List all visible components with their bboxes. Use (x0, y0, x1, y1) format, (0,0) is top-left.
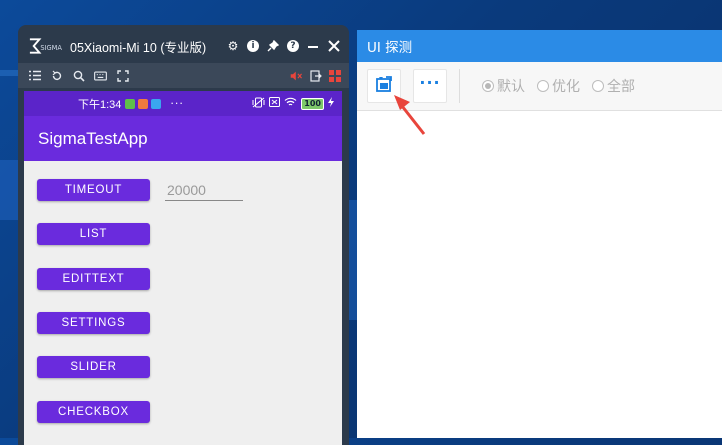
notification-app-icon (151, 98, 162, 109)
app-title: SigmaTestApp (38, 128, 148, 148)
sigma-logo-text: SIGMA (40, 44, 62, 52)
checkbox-row: CHECKBOX (37, 401, 150, 423)
slider-row: SLIDER (37, 356, 150, 378)
timeout-button[interactable]: TIMEOUT (37, 179, 150, 201)
status-more-dots: ··· (170, 97, 184, 110)
ui-probe-titlebar[interactable]: UI 探测 (357, 30, 722, 62)
wifi-icon (284, 97, 297, 110)
radio-all[interactable]: 全部 (592, 76, 635, 96)
fullscreen-icon[interactable] (116, 69, 129, 82)
list-icon[interactable] (28, 69, 41, 82)
timeout-input[interactable] (165, 179, 243, 201)
close-icon[interactable] (327, 39, 341, 53)
radio-all-label: 全部 (607, 79, 635, 95)
info-icon[interactable]: i (247, 40, 259, 52)
settings-button[interactable]: SETTINGS (37, 312, 150, 334)
settings-row: SETTINGS (37, 312, 150, 334)
phone-emulator-window: SIGMA 05Xiaomi-Mi 10 (专业版) ⚙ i ? 下午1:34 … (18, 25, 349, 445)
ui-probe-title: UI 探测 (367, 40, 413, 56)
radio-all-dot (592, 80, 604, 92)
sigma-logo: SIGMA (28, 36, 66, 56)
annotation-arrow-icon (394, 95, 426, 135)
charging-icon (328, 97, 334, 110)
phone-window-title: 05Xiaomi-Mi 10 (专业版) (70, 40, 207, 55)
slider-button[interactable]: SLIDER (37, 356, 150, 378)
list-button[interactable]: LIST (37, 223, 150, 245)
battery-indicator: 100 (301, 97, 324, 110)
status-time: 下午1:34 (78, 98, 122, 111)
vibrate-off-icon (252, 97, 265, 111)
grid-icon[interactable] (328, 69, 341, 82)
toolbar-separator (459, 69, 460, 103)
gear-icon[interactable]: ⚙ (226, 39, 240, 53)
zoom-icon[interactable] (72, 69, 85, 82)
status-right-icons: 100 (252, 97, 334, 111)
phone-window-toolbar (18, 63, 349, 88)
more-dots-icon: ··· (419, 73, 441, 92)
phone-toolbar-right (290, 69, 341, 82)
keyboard-icon[interactable] (94, 69, 107, 82)
list-row: LIST (37, 223, 150, 245)
edittext-button[interactable]: EDITTEXT (37, 268, 150, 290)
radio-default-label: 默认 (497, 79, 525, 95)
edittext-row: EDITTEXT (37, 268, 150, 290)
notification-app-icon (125, 98, 136, 109)
app-title-bar: SigmaTestApp (24, 116, 342, 161)
phone-window-title-icons: ⚙ i ? (226, 39, 341, 53)
radio-optimized-dot (537, 80, 549, 92)
checkbox-button[interactable]: CHECKBOX (37, 401, 150, 423)
radio-optimized-label: 优化 (552, 79, 580, 95)
minimize-icon[interactable] (306, 39, 320, 53)
radio-default-dot (482, 80, 494, 92)
phone-screen: 下午1:34 ··· 100 SigmaTestApp TIMEOUT 2000… (24, 91, 342, 445)
export-icon[interactable] (309, 69, 322, 82)
probe-mode-radio-group: 默认 优化 全部 (482, 76, 635, 96)
mute-icon[interactable] (290, 69, 303, 82)
rotate-icon[interactable] (50, 69, 63, 82)
ui-probe-content-area (357, 111, 722, 438)
radio-optimized[interactable]: 优化 (537, 76, 580, 96)
notification-app-icon (138, 98, 149, 109)
pin-icon[interactable] (266, 39, 280, 53)
help-icon[interactable]: ? (287, 40, 299, 52)
no-sim-icon (269, 97, 281, 110)
timeout-row: TIMEOUT (37, 179, 243, 201)
radio-default[interactable]: 默认 (482, 76, 525, 96)
phone-window-titlebar[interactable]: SIGMA 05Xiaomi-Mi 10 (专业版) ⚙ i ? (18, 25, 349, 63)
android-status-bar: 下午1:34 ··· 100 (24, 91, 342, 116)
